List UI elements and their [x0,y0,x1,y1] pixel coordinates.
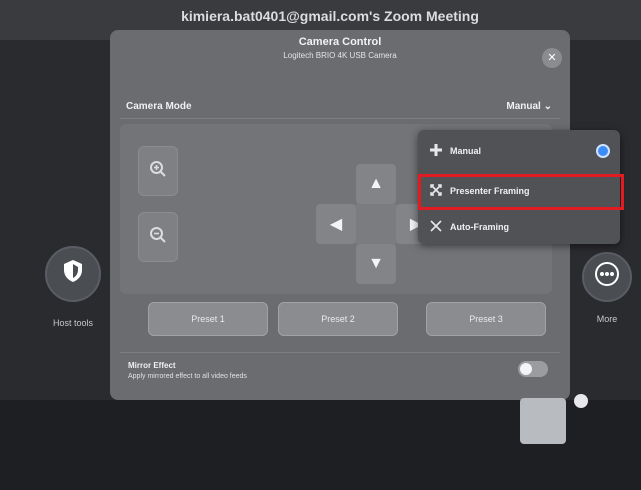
arrow-left-icon: ◀ [329,216,343,233]
panel-title: Camera Control [298,36,382,48]
more-icon [594,261,620,293]
background-object [520,398,566,444]
preset-3-button[interactable]: Preset 3 [426,302,546,336]
close-icon: ✕ [547,52,557,64]
arrow-down-icon: ▼ [368,255,384,272]
background-dot [574,394,588,408]
shield-icon [62,259,84,289]
zoom-in-icon [149,160,167,183]
meeting-title: kimiera.bat0401@gmail.com's Zoom Meeting [181,8,479,24]
arrow-up-icon: ▲ [368,175,384,192]
more-button[interactable] [582,252,632,302]
mirror-effect-description: Apply mirrored effect to all video feeds [128,373,247,380]
selected-check-icon [596,144,610,158]
auto-frame-icon [428,219,444,235]
preset-2-button[interactable]: Preset 2 [278,302,398,336]
pan-up-button[interactable]: ▲ [356,164,396,204]
preset-1-button[interactable]: Preset 1 [148,302,268,336]
camera-mode-select[interactable]: Manual ⌄ [506,101,552,112]
zoom-out-icon [149,226,167,249]
plus-icon [428,143,444,159]
zoom-in-button[interactable] [138,146,178,196]
camera-mode-row: Camera Mode Manual ⌄ [120,94,560,119]
pan-down-button[interactable]: ▼ [356,244,396,284]
mirror-effect-title: Mirror Effect [128,361,176,370]
mirror-effect-toggle[interactable] [518,361,548,377]
dropdown-item-label: Manual [450,146,482,156]
panel-header: Camera Control Logitech BRIO 4K USB Came… [110,36,570,60]
close-button[interactable]: ✕ [542,48,562,68]
host-tools-label: Host tools [52,318,94,328]
dropdown-item-label: Auto-Framing [450,222,509,232]
host-tools-button[interactable] [45,246,101,302]
zoom-out-button[interactable] [138,212,178,262]
more-label: More [596,314,618,324]
camera-mode-label: Camera Mode [126,100,192,112]
dropdown-item-auto-framing[interactable]: Auto-Framing [418,210,620,244]
panel-subtitle: Logitech BRIO 4K USB Camera [283,51,397,60]
annotation-highlight-box [418,174,624,210]
mirror-effect-section: Mirror Effect Apply mirrored effect to a… [120,352,560,393]
dropdown-item-manual[interactable]: Manual [418,134,620,168]
dpad-center [356,204,396,244]
pan-left-button[interactable]: ◀ [316,204,356,244]
toggle-knob [520,363,532,375]
